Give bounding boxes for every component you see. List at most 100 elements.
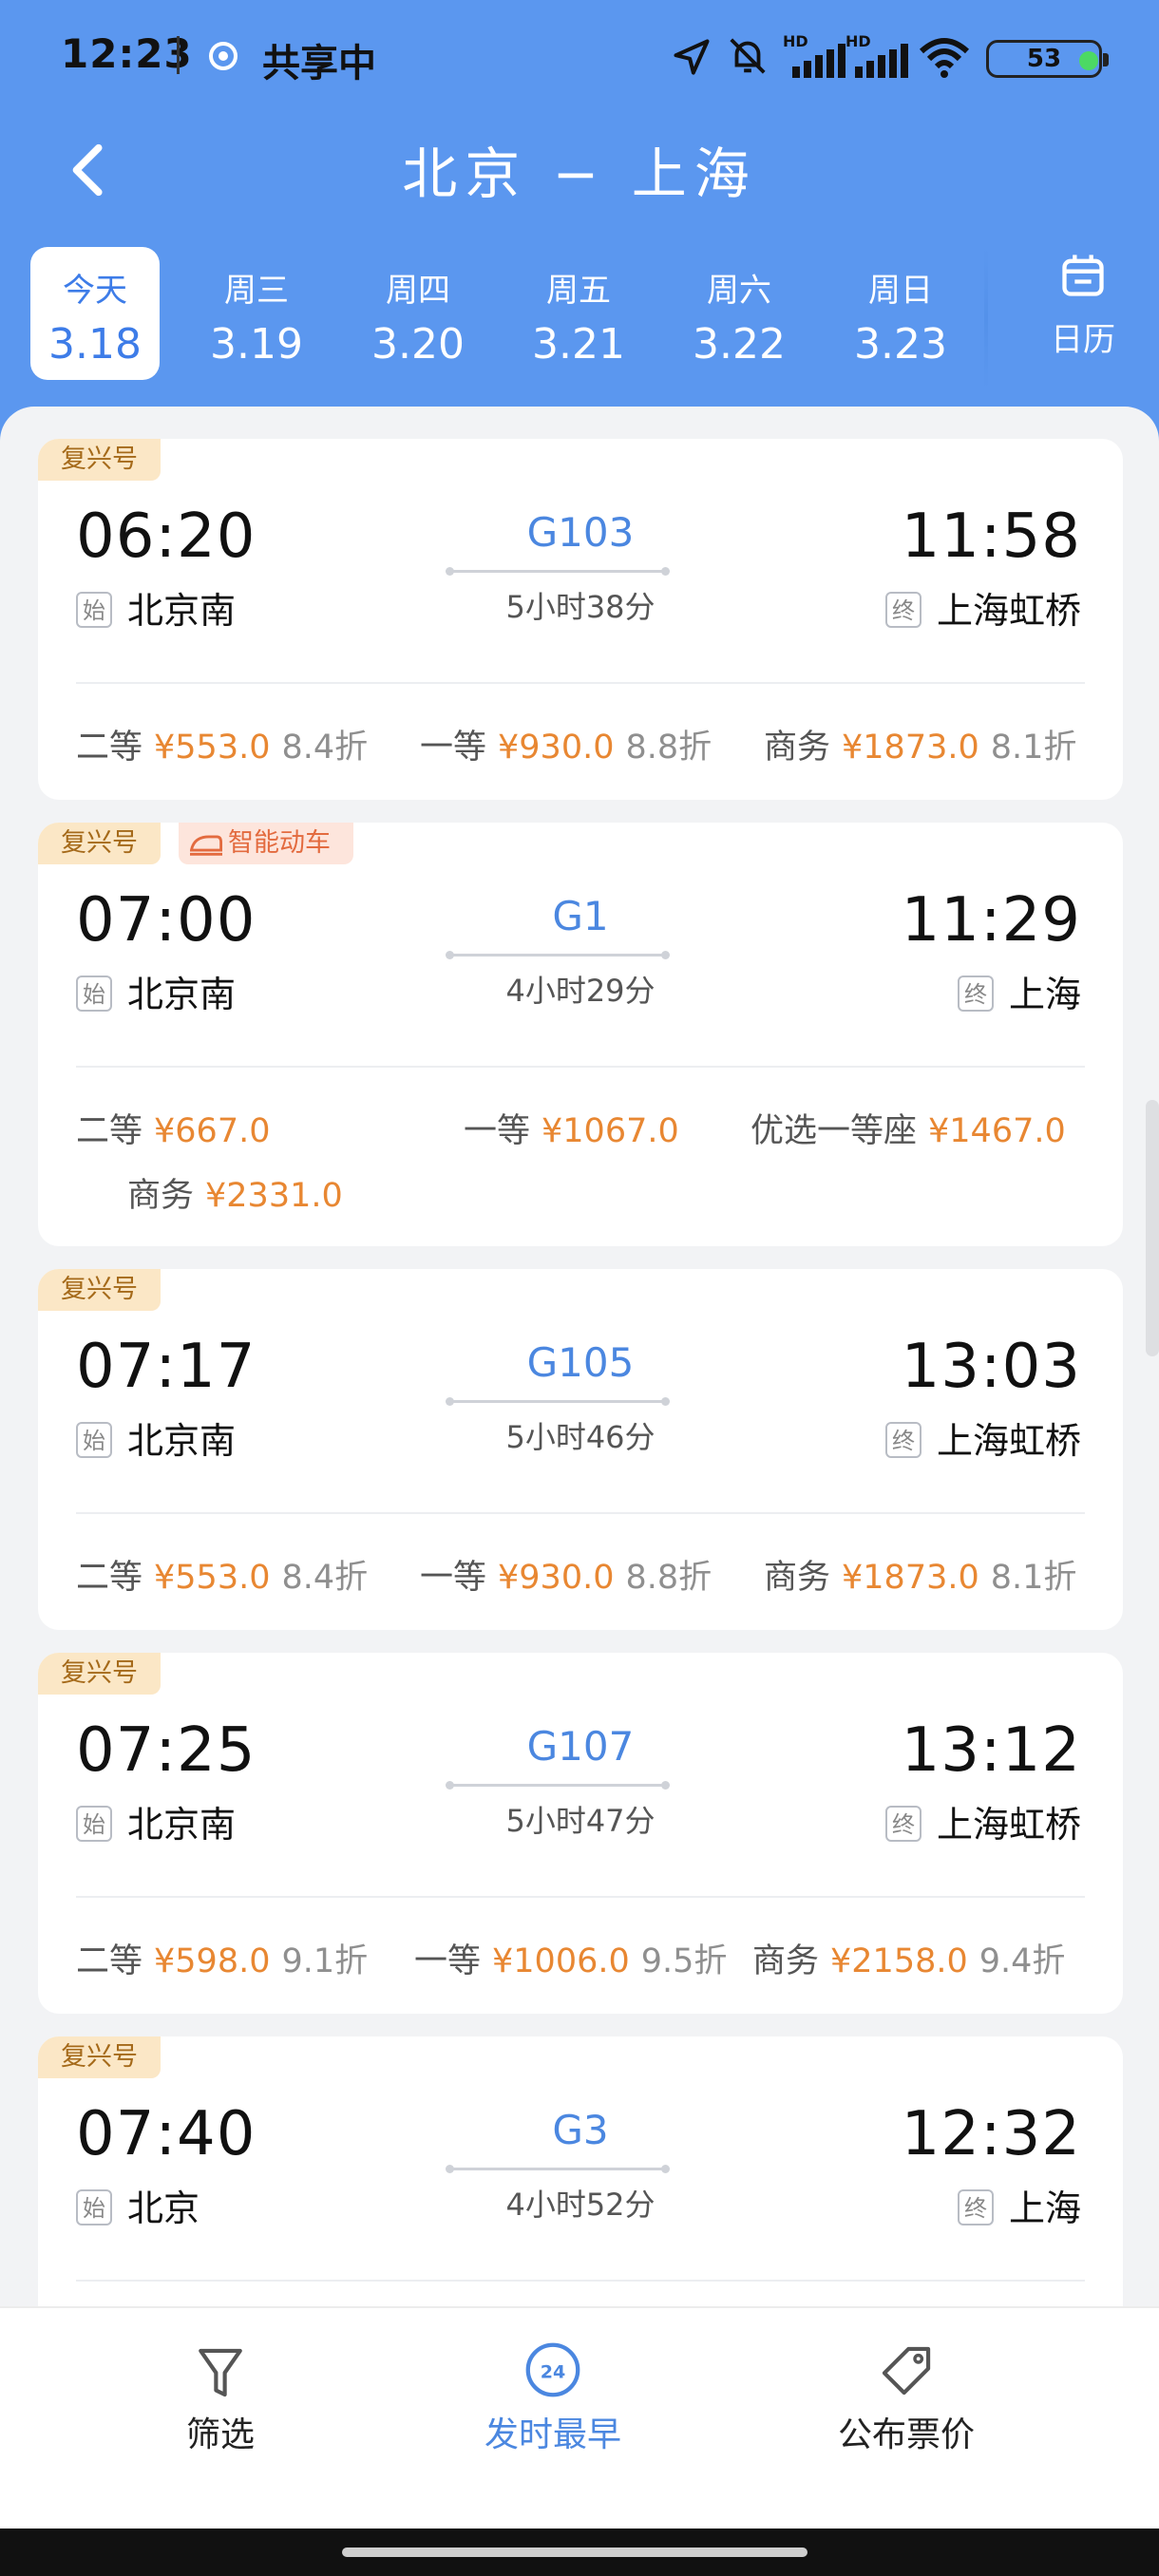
- sort-earliest-label: 发时最早: [484, 2415, 621, 2454]
- date-tab-0[interactable]: 今天 3.18: [30, 247, 160, 380]
- date-tab-3[interactable]: 周五 3.21: [514, 247, 643, 380]
- seat-class: 二等: [76, 729, 143, 767]
- date-tab-date: 3.19: [210, 320, 303, 369]
- departure-station: 始北京南: [76, 1411, 236, 1464]
- end-badge: 终: [884, 1806, 922, 1842]
- departure-station: 始北京南: [76, 965, 236, 1017]
- seat-price: ¥1873.0: [842, 729, 979, 767]
- train-card[interactable]: 复兴号 07:25 G107 5小时47分 13:12 始北京南 终上海虹桥 二…: [38, 1653, 1123, 2014]
- arrival-station: 终上海虹桥: [884, 1411, 1081, 1464]
- end-badge: 终: [957, 975, 994, 1012]
- station-name: 上海: [1008, 974, 1081, 1015]
- start-badge: 始: [76, 592, 112, 628]
- seat-class: 二等: [76, 1112, 143, 1150]
- date-tab-5[interactable]: 周日 3.23: [836, 247, 965, 380]
- card-divider: [76, 1066, 1085, 1068]
- train-card[interactable]: 复兴号 智能动车 07:00 G1 4小时29分 11:29 始北京南 终上海 …: [38, 823, 1123, 1246]
- seat-discount: 8.1折: [990, 1559, 1077, 1597]
- seat-class: 商务: [127, 1177, 195, 1215]
- arrival-time: 13:03: [901, 1332, 1081, 1402]
- seat-price: ¥1467.0: [928, 1112, 1066, 1150]
- start-badge: 始: [76, 975, 112, 1012]
- station-name: 上海虹桥: [936, 590, 1081, 632]
- date-tab-2[interactable]: 周四 3.20: [353, 247, 483, 380]
- seat-class: 二等: [76, 1559, 143, 1597]
- clock-24-icon: 24: [525, 2342, 580, 2397]
- route-line: [446, 2165, 670, 2173]
- seat-class: 二等: [76, 1942, 143, 1980]
- page-title: 北京 − 上海: [402, 142, 757, 206]
- filter-button[interactable]: 筛选: [78, 2337, 363, 2456]
- train-card[interactable]: 复兴号 06:20 G103 5小时38分 11:58 始北京南 终上海虹桥 二…: [38, 439, 1123, 800]
- date-tab-date: 3.23: [854, 320, 947, 369]
- seat-price: ¥553.0: [154, 729, 271, 767]
- departure-station: 始北京南: [76, 581, 236, 634]
- bottom-toolbar: 筛选 24 发时最早 公布票价: [0, 2306, 1159, 2530]
- battery-level: 53: [1026, 45, 1062, 73]
- seat-discount: 9.1折: [281, 1942, 369, 1980]
- scrollbar[interactable]: [1146, 1100, 1159, 1356]
- signal-icon-1: HD: [783, 32, 849, 80]
- seat-price: ¥930.0: [498, 729, 615, 767]
- end-badge: 终: [884, 592, 922, 628]
- departure-station: 始北京南: [76, 1795, 236, 1847]
- date-tab-dow: 周六: [707, 272, 771, 310]
- route-line: [446, 1397, 670, 1406]
- date-tab-dow: 周三: [224, 272, 289, 310]
- signal-icon-2: HD: [846, 32, 912, 80]
- departure-station: 始北京: [76, 2179, 200, 2231]
- station-name: 北京: [127, 2188, 200, 2229]
- seat-discount: 8.1折: [990, 729, 1077, 767]
- nav-bar: 北京 − 上海: [0, 120, 1159, 224]
- seat-price: ¥598.0: [154, 1942, 271, 1980]
- train-card[interactable]: 复兴号 07:17 G105 5小时46分 13:03 始北京南 终上海虹桥 二…: [38, 1269, 1123, 1630]
- fuxing-tag: 复兴号: [38, 1269, 161, 1311]
- wifi-icon: [919, 38, 970, 78]
- route-line: [446, 1781, 670, 1790]
- arrival-time: 11:58: [901, 502, 1081, 572]
- fuxing-tag: 复兴号: [38, 823, 161, 864]
- route-line: [446, 567, 670, 576]
- station-name: 北京南: [127, 1804, 237, 1846]
- clock-24-label: 24: [541, 2361, 566, 2382]
- date-tab-dow: 今天: [63, 272, 127, 310]
- date-tab-dow: 周五: [546, 272, 611, 310]
- train-list[interactable]: 复兴号 06:20 G103 5小时38分 11:58 始北京南 终上海虹桥 二…: [0, 407, 1159, 2306]
- seat-first-class: 一等 ¥930.0 8.8折: [420, 1550, 712, 1599]
- home-indicator[interactable]: [342, 2548, 808, 2557]
- start-badge: 始: [76, 2189, 112, 2226]
- seat-discount: 8.8折: [625, 729, 712, 767]
- date-tab-1[interactable]: 周三 3.19: [192, 247, 321, 380]
- calendar-button[interactable]: 日历: [1026, 247, 1140, 360]
- seat-class: 商务: [764, 1559, 831, 1597]
- date-tab-4[interactable]: 周六 3.22: [674, 247, 804, 380]
- date-tab-date: 3.22: [693, 320, 786, 369]
- seat-first-class: 一等 ¥930.0 8.8折: [420, 720, 712, 768]
- arrival-station: 终上海虹桥: [884, 581, 1081, 634]
- sort-earliest-button[interactable]: 24 发时最早: [410, 2337, 695, 2456]
- filter-icon: [199, 2348, 242, 2397]
- date-tab-dow: 周四: [386, 272, 450, 310]
- seat-second-class: 二等 ¥598.0 9.1折: [76, 1934, 368, 1982]
- seat-discount: 8.4折: [281, 1559, 369, 1597]
- arrival-time: 12:32: [901, 2099, 1081, 2169]
- start-badge: 始: [76, 1422, 112, 1458]
- fuxing-tag: 复兴号: [38, 1653, 161, 1695]
- filter-label: 筛选: [185, 2415, 255, 2454]
- seat-price: ¥1873.0: [842, 1559, 979, 1597]
- location-icon: [674, 39, 710, 75]
- station-name: 北京南: [127, 590, 237, 632]
- seat-discount: 9.5折: [640, 1942, 728, 1980]
- date-tab-dow: 周日: [868, 272, 933, 310]
- train-card[interactable]: 复兴号 07:40 G3 4小时52分 12:32 始北京 终上海: [38, 2036, 1123, 2306]
- seat-price: ¥2331.0: [205, 1177, 343, 1215]
- fuxing-tag: 复兴号: [38, 439, 161, 481]
- seat-class: 一等: [414, 1942, 482, 1980]
- route-line: [446, 951, 670, 959]
- public-fare-button[interactable]: 公布票价: [764, 2337, 1049, 2456]
- seat-price: ¥553.0: [154, 1559, 271, 1597]
- calendar-separator: [984, 247, 988, 389]
- start-badge: 始: [76, 1806, 112, 1842]
- arrival-time: 13:12: [901, 1715, 1081, 1786]
- seat-second-class: 二等 ¥553.0 8.4折: [76, 1550, 368, 1599]
